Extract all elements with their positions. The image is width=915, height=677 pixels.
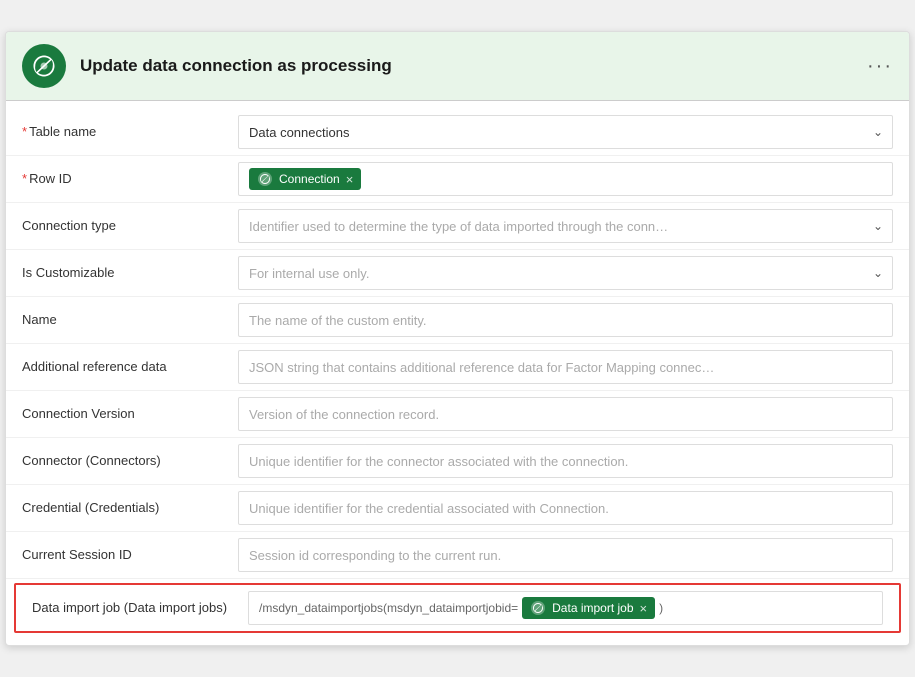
table-name-chevron-icon: ⌄	[873, 125, 883, 139]
required-star: *	[22, 124, 27, 139]
is-customizable-input-col: For internal use only. ⌄	[238, 256, 893, 290]
token-logo-icon	[257, 171, 273, 187]
name-input[interactable]: The name of the custom entity.	[238, 303, 893, 337]
connection-type-dropdown[interactable]: Identifier used to determine the type of…	[238, 209, 893, 243]
name-row: Name The name of the custom entity.	[6, 297, 909, 344]
current-session-id-input-col: Session id corresponding to the current …	[238, 538, 893, 572]
connection-type-chevron-icon: ⌄	[873, 219, 883, 233]
import-job-token-close-icon[interactable]: ×	[640, 601, 648, 616]
current-session-id-placeholder: Session id corresponding to the current …	[249, 548, 501, 563]
row-id-input-col: Connection ×	[238, 162, 893, 196]
name-label: Name	[22, 312, 222, 329]
additional-ref-data-input-col: JSON string that contains additional ref…	[238, 350, 893, 384]
additional-ref-data-input[interactable]: JSON string that contains additional ref…	[238, 350, 893, 384]
import-job-suffix: )	[659, 601, 663, 615]
more-options-button[interactable]: ···	[867, 55, 893, 78]
current-session-id-label: Current Session ID	[22, 547, 222, 564]
credential-row: Credential (Credentials) Unique identifi…	[6, 485, 909, 532]
current-session-id-row: Current Session ID Session id correspond…	[6, 532, 909, 579]
is-customizable-dropdown[interactable]: For internal use only. ⌄	[238, 256, 893, 290]
import-job-prefix: /msdyn_dataimportjobs(msdyn_dataimportjo…	[259, 601, 518, 615]
connection-version-label: Connection Version	[22, 406, 222, 423]
import-job-token-label: Data import job	[552, 601, 633, 615]
connection-version-input-col: Version of the connection record.	[238, 397, 893, 431]
connection-version-row: Connection Version Version of the connec…	[6, 391, 909, 438]
connection-version-placeholder: Version of the connection record.	[249, 407, 439, 422]
required-star: *	[22, 171, 27, 186]
connection-token: Connection ×	[249, 168, 361, 190]
credential-label: Credential (Credentials)	[22, 500, 222, 517]
connection-type-row: Connection type Identifier used to deter…	[6, 203, 909, 250]
additional-ref-data-label: Additional reference data	[22, 359, 222, 376]
data-import-job-row: Data import job (Data import jobs) /msdy…	[14, 583, 901, 633]
table-name-label: *Table name	[22, 124, 222, 141]
dialog-header: Update data connection as processing ···	[6, 32, 909, 101]
is-customizable-row: Is Customizable For internal use only. ⌄	[6, 250, 909, 297]
import-job-token-logo-icon	[530, 600, 546, 616]
row-id-row: *Row ID Connection ×	[6, 156, 909, 203]
table-name-value: Data connections	[249, 125, 349, 140]
is-customizable-placeholder: For internal use only.	[249, 266, 369, 281]
connection-version-input[interactable]: Version of the connection record.	[238, 397, 893, 431]
data-import-job-input-col: /msdyn_dataimportjobs(msdyn_dataimportjo…	[248, 591, 883, 625]
dialog-title: Update data connection as processing	[80, 56, 853, 76]
connection-type-input-col: Identifier used to determine the type of…	[238, 209, 893, 243]
data-import-job-field[interactable]: /msdyn_dataimportjobs(msdyn_dataimportjo…	[248, 591, 883, 625]
connection-type-label: Connection type	[22, 218, 222, 235]
connection-type-placeholder: Identifier used to determine the type of…	[249, 219, 668, 234]
is-customizable-label: Is Customizable	[22, 265, 222, 282]
current-session-id-input[interactable]: Session id corresponding to the current …	[238, 538, 893, 572]
data-import-job-label: Data import job (Data import jobs)	[32, 600, 232, 617]
dialog-card: Update data connection as processing ···…	[5, 31, 910, 646]
additional-ref-data-placeholder: JSON string that contains additional ref…	[249, 360, 714, 375]
connector-placeholder: Unique identifier for the connector asso…	[249, 454, 628, 469]
token-close-icon[interactable]: ×	[346, 172, 354, 187]
connector-row: Connector (Connectors) Unique identifier…	[6, 438, 909, 485]
connector-input-col: Unique identifier for the connector asso…	[238, 444, 893, 478]
import-job-token: Data import job ×	[522, 597, 655, 619]
connector-input[interactable]: Unique identifier for the connector asso…	[238, 444, 893, 478]
additional-ref-data-row: Additional reference data JSON string th…	[6, 344, 909, 391]
table-name-row: *Table name Data connections ⌄	[6, 109, 909, 156]
credential-input[interactable]: Unique identifier for the credential ass…	[238, 491, 893, 525]
table-name-dropdown[interactable]: Data connections ⌄	[238, 115, 893, 149]
form-body: *Table name Data connections ⌄ *Row ID	[6, 101, 909, 645]
connector-label: Connector (Connectors)	[22, 453, 222, 470]
name-input-col: The name of the custom entity.	[238, 303, 893, 337]
app-logo	[22, 44, 66, 88]
credential-placeholder: Unique identifier for the credential ass…	[249, 501, 609, 516]
credential-input-col: Unique identifier for the credential ass…	[238, 491, 893, 525]
name-placeholder: The name of the custom entity.	[249, 313, 427, 328]
table-name-input-col: Data connections ⌄	[238, 115, 893, 149]
row-id-label: *Row ID	[22, 171, 222, 188]
is-customizable-chevron-icon: ⌄	[873, 266, 883, 280]
token-label: Connection	[279, 172, 340, 186]
row-id-field[interactable]: Connection ×	[238, 162, 893, 196]
